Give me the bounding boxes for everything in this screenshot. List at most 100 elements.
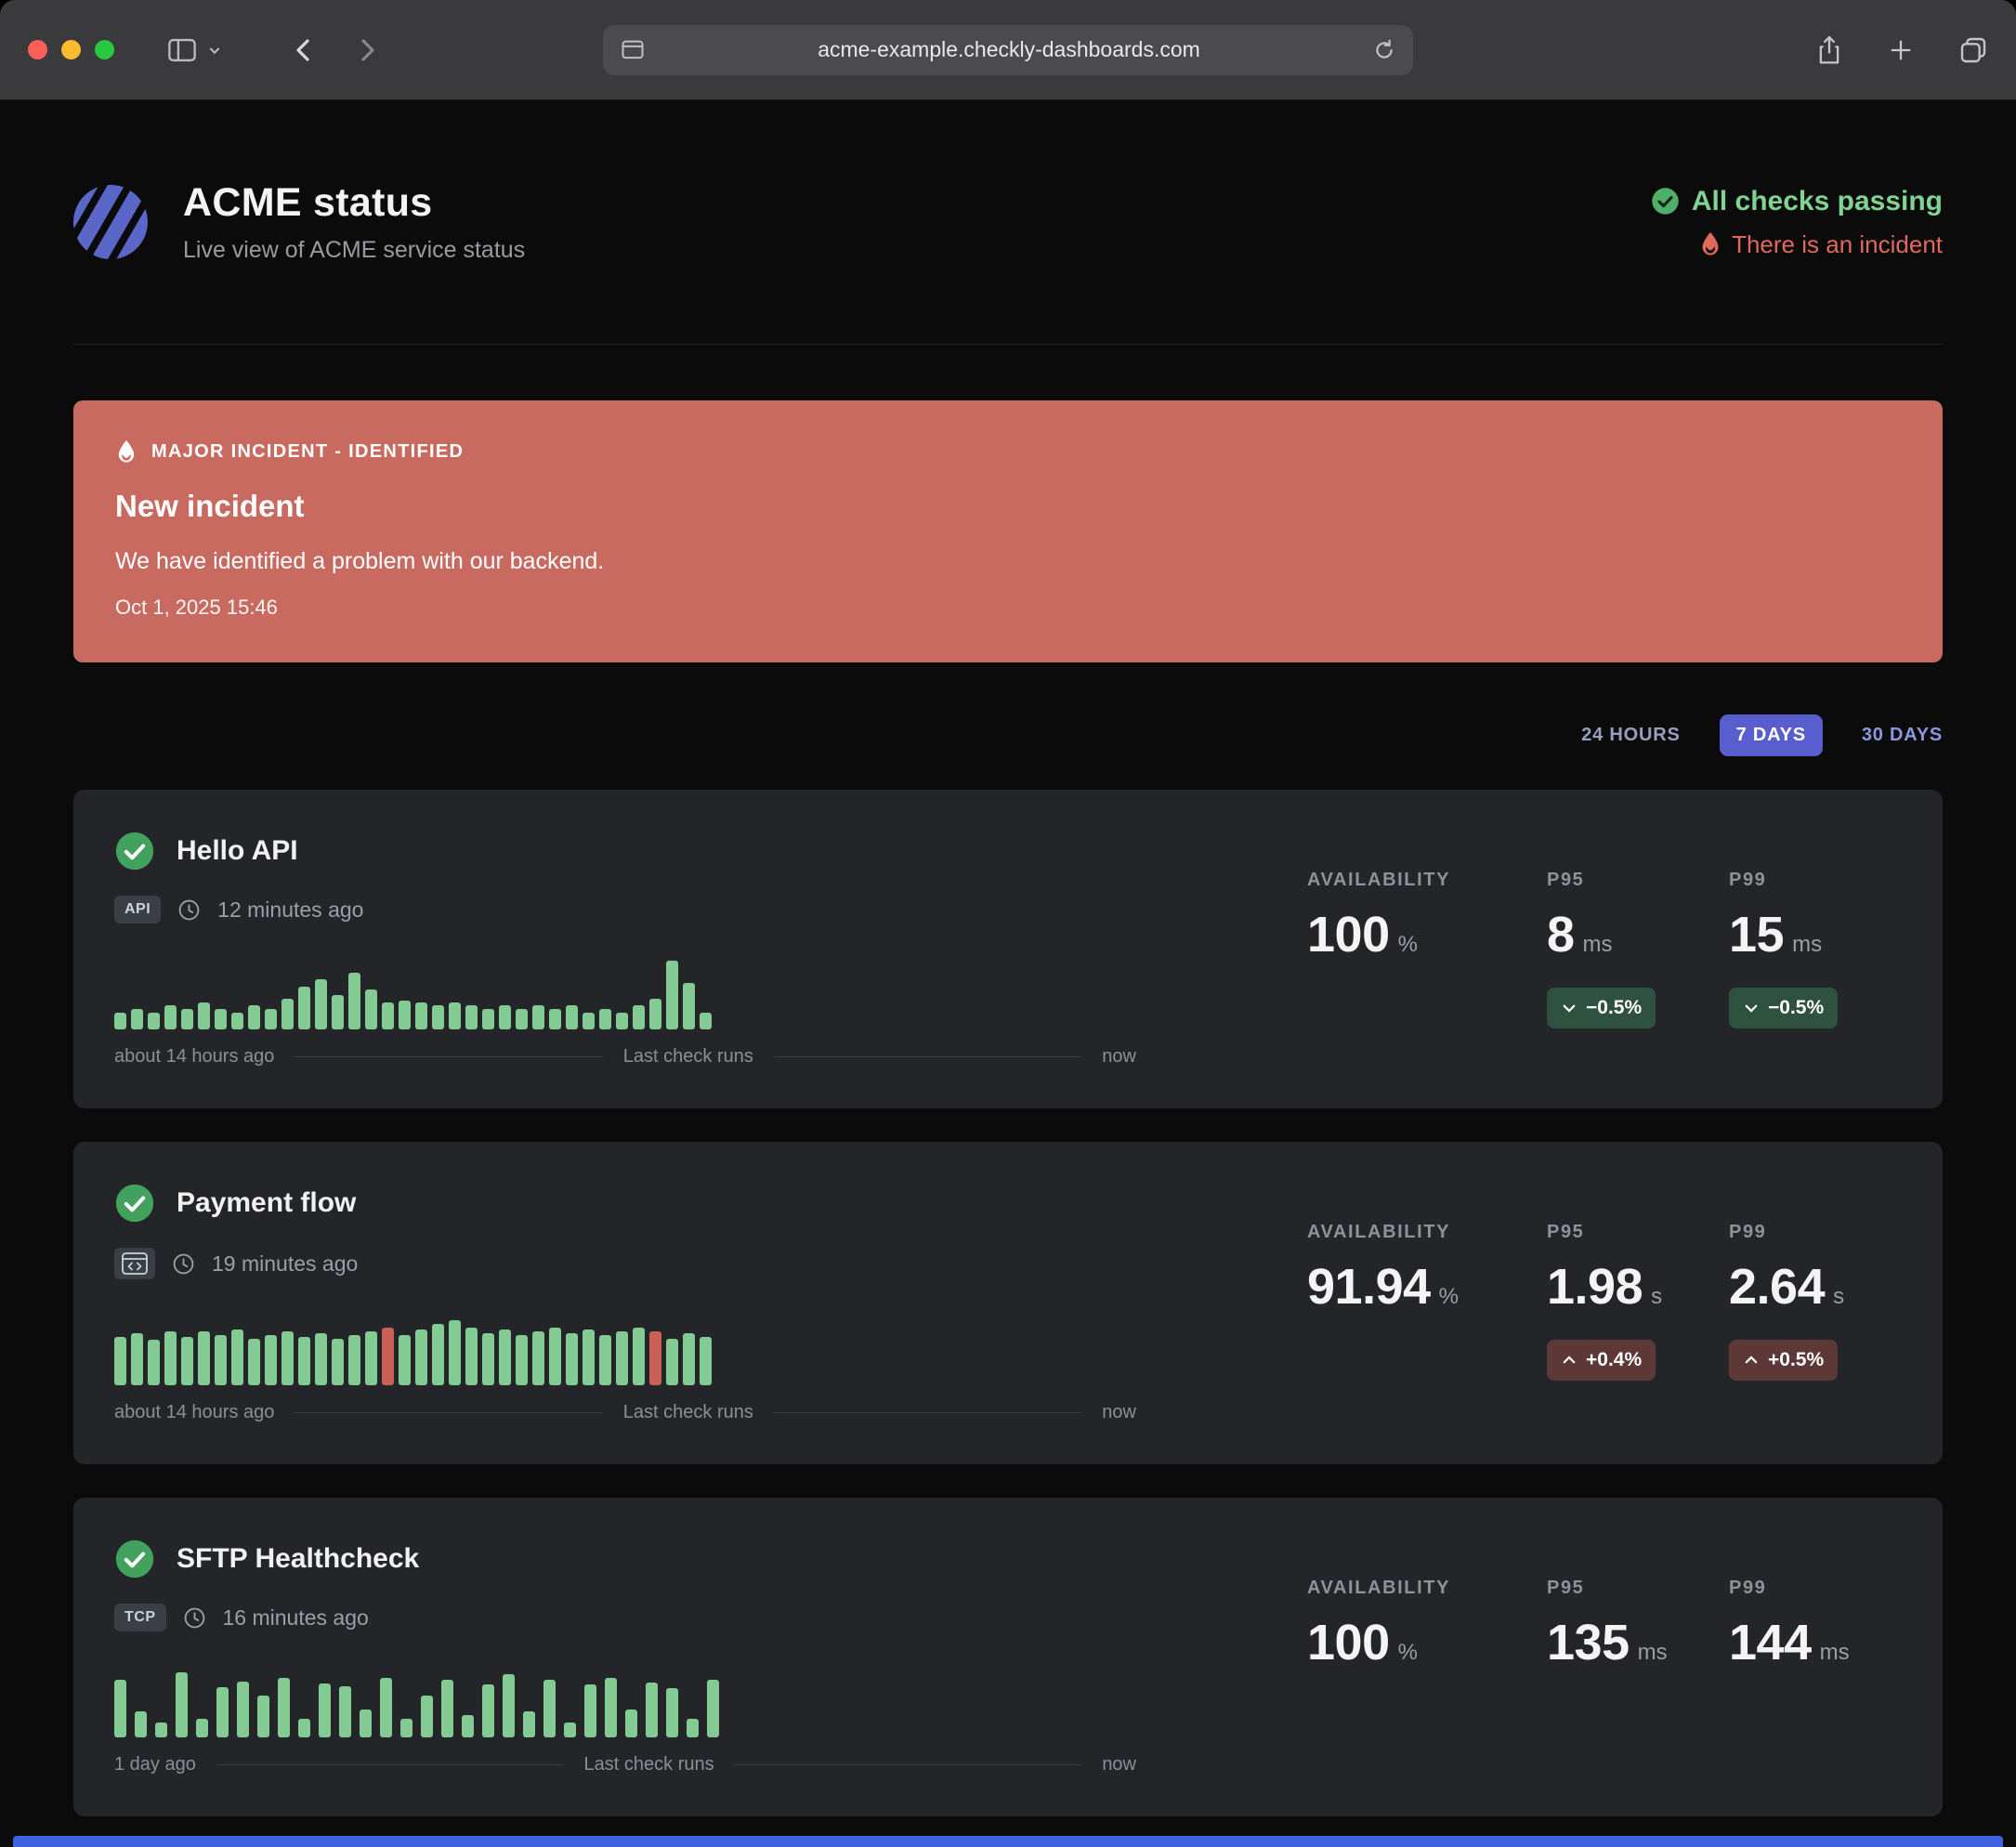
check-run-bar[interactable] [131, 1333, 143, 1385]
check-run-bar[interactable] [532, 1005, 544, 1029]
check-run-bar[interactable] [566, 1333, 578, 1385]
incident-banner[interactable]: MAJOR INCIDENT - IDENTIFIED New incident… [73, 400, 1943, 662]
check-run-bar[interactable] [482, 1009, 494, 1029]
check-run-bar[interactable] [380, 1678, 392, 1737]
chevron-down-icon[interactable] [207, 43, 222, 58]
check-run-bar[interactable] [339, 1686, 351, 1737]
check-run-bar[interactable] [683, 1333, 695, 1385]
check-run-bar[interactable] [549, 1009, 561, 1029]
check-run-bar[interactable] [625, 1709, 637, 1737]
check-run-bar[interactable] [465, 1328, 478, 1385]
check-run-bar[interactable] [584, 1684, 596, 1737]
check-run-bar[interactable] [616, 1013, 628, 1029]
check-run-bar[interactable] [215, 1009, 227, 1029]
check-run-bar[interactable] [135, 1711, 147, 1737]
check-card-hello-api[interactable]: Hello API API 12 minutes ago about 14 ho… [73, 790, 1943, 1108]
check-run-bar[interactable] [348, 973, 360, 1029]
check-run-bar[interactable] [415, 1002, 427, 1029]
check-run-bar[interactable] [281, 1331, 294, 1385]
check-run-bar[interactable] [298, 987, 310, 1029]
check-run-bar[interactable] [365, 1331, 377, 1385]
check-run-bar[interactable] [155, 1723, 167, 1737]
check-run-bar[interactable] [382, 1002, 394, 1029]
check-run-bar[interactable] [523, 1711, 535, 1737]
check-run-bar[interactable] [503, 1674, 515, 1737]
check-run-bar[interactable] [687, 1719, 699, 1737]
check-run-bar[interactable] [441, 1680, 453, 1737]
sidebar-icon[interactable] [166, 36, 198, 64]
check-run-bar[interactable] [499, 1330, 511, 1385]
check-run-bar[interactable] [649, 999, 661, 1029]
check-card-sftp-healthcheck[interactable]: SFTP Healthcheck TCP 16 minutes ago 1 da… [73, 1498, 1943, 1816]
check-run-bar[interactable] [360, 1709, 372, 1737]
check-run-bar[interactable] [114, 1680, 126, 1737]
close-window-button[interactable] [28, 40, 47, 59]
page-icon[interactable] [620, 38, 646, 62]
check-run-bar[interactable] [583, 1013, 595, 1029]
check-run-bar[interactable] [449, 1002, 461, 1029]
check-run-bar[interactable] [114, 1013, 126, 1029]
check-run-bar[interactable] [196, 1719, 208, 1737]
check-run-bar[interactable] [465, 1005, 478, 1029]
check-run-bar[interactable] [415, 1330, 427, 1385]
check-run-bar[interactable] [707, 1680, 719, 1737]
zoom-window-button[interactable] [95, 40, 114, 59]
check-run-bar[interactable] [348, 1335, 360, 1385]
check-run-bar[interactable] [198, 1002, 210, 1029]
forward-button[interactable] [356, 36, 380, 64]
check-run-bar[interactable] [164, 1331, 177, 1385]
check-run-bar[interactable] [164, 1005, 177, 1029]
check-run-bar[interactable] [462, 1715, 474, 1737]
check-run-bar[interactable] [265, 1009, 277, 1029]
check-run-bar[interactable] [148, 1013, 160, 1029]
check-run-bar[interactable] [114, 1337, 126, 1385]
check-run-bar[interactable] [248, 1005, 260, 1029]
check-run-bar[interactable] [298, 1719, 310, 1737]
check-run-bar[interactable] [516, 1335, 528, 1385]
check-run-bar[interactable] [315, 979, 327, 1029]
check-run-bar[interactable] [700, 1337, 712, 1385]
reload-icon[interactable] [1372, 38, 1396, 62]
check-run-bar[interactable] [482, 1684, 494, 1737]
check-run-bar[interactable] [666, 1688, 678, 1737]
check-run-bar[interactable] [265, 1335, 277, 1385]
check-run-bar[interactable] [319, 1683, 331, 1737]
check-run-bar[interactable] [633, 1328, 645, 1385]
check-card-payment-flow[interactable]: Payment flow 19 [73, 1142, 1943, 1464]
check-run-bar[interactable] [532, 1331, 544, 1385]
check-run-bar[interactable] [432, 1005, 444, 1029]
tab-30-days[interactable]: 30 DAYS [1862, 725, 1943, 746]
check-run-bar[interactable] [666, 1339, 678, 1385]
check-run-bar[interactable] [332, 995, 344, 1029]
check-run-bar[interactable] [583, 1330, 595, 1385]
check-run-bar[interactable] [543, 1680, 556, 1737]
check-run-bar[interactable] [281, 999, 294, 1029]
check-run-bar[interactable] [382, 1328, 394, 1385]
check-run-bar[interactable] [298, 1337, 310, 1385]
check-run-bar[interactable] [566, 1005, 578, 1029]
check-run-bar[interactable] [564, 1723, 576, 1737]
check-run-bar[interactable] [216, 1687, 229, 1737]
check-run-bar[interactable] [399, 1001, 411, 1029]
check-run-bar[interactable] [683, 983, 695, 1029]
share-icon[interactable] [1815, 34, 1843, 66]
check-run-bar[interactable] [516, 1009, 528, 1029]
check-run-bar[interactable] [633, 1005, 645, 1029]
check-run-bar[interactable] [666, 961, 678, 1029]
check-run-bar[interactable] [257, 1696, 269, 1737]
check-run-bar[interactable] [605, 1678, 617, 1737]
check-run-bar[interactable] [400, 1719, 412, 1737]
status-incident-link[interactable]: There is an incident [1699, 230, 1943, 259]
check-run-bar[interactable] [181, 1337, 193, 1385]
back-button[interactable] [291, 36, 315, 64]
address-bar[interactable]: acme-example.checkly-dashboards.com [603, 25, 1413, 75]
check-run-bar[interactable] [599, 1335, 611, 1385]
tab-7-days[interactable]: 7 DAYS [1720, 714, 1823, 756]
check-run-bar[interactable] [499, 1005, 511, 1029]
check-run-bar[interactable] [646, 1683, 658, 1737]
check-run-bar[interactable] [482, 1333, 494, 1385]
tab-24-hours[interactable]: 24 HOURS [1581, 725, 1680, 746]
check-run-bar[interactable] [332, 1339, 344, 1385]
tabs-overview-button[interactable] [1958, 35, 1988, 65]
check-run-bar[interactable] [198, 1331, 210, 1385]
